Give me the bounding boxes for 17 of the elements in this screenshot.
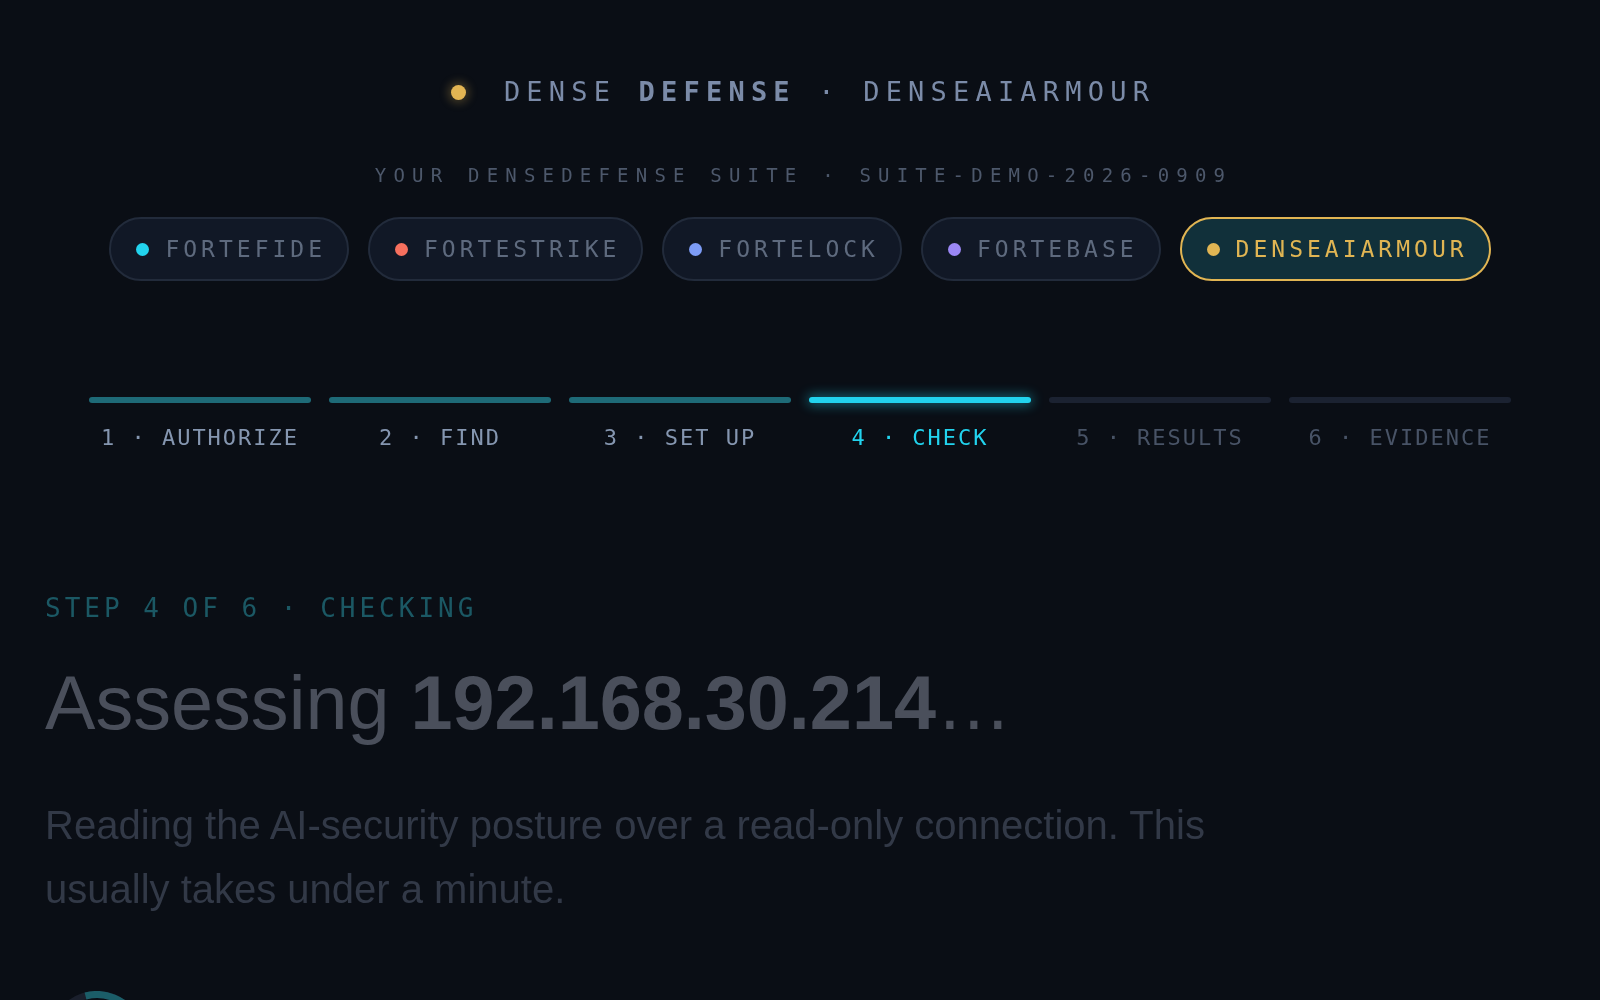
step-label: 5 · RESULTS	[1076, 424, 1244, 452]
product-tab[interactable]: FORTEBASE	[920, 217, 1161, 281]
assessment-heading: Assessing 192.168.30.214…	[45, 660, 1012, 747]
step-label: 4 · CHECK	[851, 424, 989, 452]
spinner-icon	[67, 991, 127, 1000]
product-tab[interactable]: FORTELOCK	[662, 217, 902, 281]
step-label: 3 · SET UP	[603, 424, 757, 452]
step-caption: STEP 4 OF 6 · CHECKING	[45, 592, 478, 624]
product-tab[interactable]: FORTESTRIKE	[368, 217, 644, 281]
step-label: 1 · AUTHORIZE	[100, 424, 300, 452]
step-label: 2 · FIND	[379, 424, 501, 452]
suite-subtitle: YOUR DENSEDEFENSE SUITE · SUITE-DEMO-2026-0909	[374, 163, 1233, 187]
product-tab[interactable]: DENSEAIARMOUR	[1179, 217, 1491, 281]
step-label: 6 · EVIDENCE	[1308, 424, 1492, 452]
product-tab[interactable]: FORTEFIDE	[109, 217, 349, 281]
brand-dot-icon	[450, 84, 466, 100]
brand-title: DENSE DEFENSE · DENSEAIARMOUR	[503, 76, 1156, 108]
